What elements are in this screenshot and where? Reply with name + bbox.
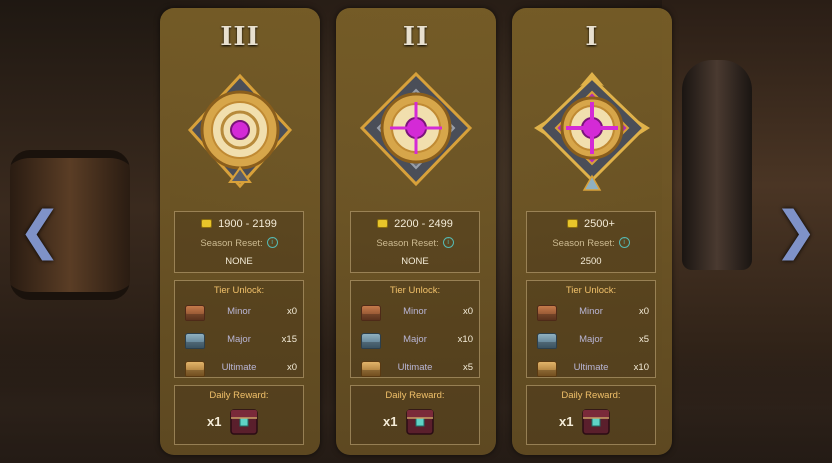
info-icon[interactable]: i [618, 237, 630, 248]
rating-range: 1900 - 2199 [218, 218, 277, 230]
daily-chest-icon [230, 409, 258, 435]
unlock-row-ultimate: Ultimate x5 [351, 359, 479, 379]
daily-reward-quantity: x1 [383, 414, 398, 429]
chest-name: Ultimate [397, 362, 433, 373]
season-reset-label: Season Reset: [552, 238, 615, 250]
chest-name: Ultimate [221, 362, 257, 373]
statue-decoration [682, 60, 752, 270]
daily-reward-panel: Daily Reward: x1 [174, 385, 304, 445]
chest-name: Major [579, 334, 603, 345]
unlock-row-major: Major x10 [351, 331, 479, 351]
chest-count: x0 [462, 306, 473, 317]
unlock-row-ultimate: Ultimate x0 [175, 359, 303, 379]
tier-card-iii: III 1900 - 2199 Season Reset: i NONE Tier… [160, 8, 320, 455]
rating-coin-icon [201, 218, 213, 228]
season-reset-value: NONE [225, 256, 253, 267]
prev-arrow-button[interactable]: ❮ [18, 205, 62, 257]
chest-count: x15 [281, 334, 297, 345]
unlock-row-ultimate: Ultimate x10 [527, 359, 655, 379]
rank-emblem-icon [534, 72, 650, 191]
tier-unlock-title: Tier Unlock: [389, 285, 441, 296]
chest-count: x0 [286, 306, 297, 317]
daily-reward-quantity: x1 [559, 414, 574, 429]
info-icon[interactable]: i [266, 237, 278, 248]
season-reset-label: Season Reset: [200, 238, 263, 250]
rating-range: 2200 - 2499 [394, 218, 453, 230]
chest-count: x5 [638, 334, 649, 345]
season-reset-label: Season Reset: [376, 238, 439, 250]
tier-unlock-panel: Tier Unlock: Minor x0 Major x10 Ultimate… [350, 280, 480, 378]
tier-card-i: I 2500+ Season Reset: i 2500 Tier Unlock:… [512, 8, 672, 455]
next-arrow-button[interactable]: ❯ [774, 205, 818, 257]
unlock-row-major: Major x15 [175, 331, 303, 351]
chest-count: x5 [462, 362, 473, 373]
tier-card-ii: II 2200 - 2499 Season Reset: i NONE Tier … [336, 8, 496, 455]
rating-panel: 2500+ Season Reset: i 2500 [526, 211, 656, 273]
tier-unlock-title: Tier Unlock: [565, 285, 617, 296]
season-reset-value: NONE [401, 256, 429, 267]
daily-reward-title: Daily Reward: [209, 390, 269, 401]
daily-chest-icon [406, 409, 434, 435]
chest-count: x10 [633, 362, 649, 373]
tier-unlock-title: Tier Unlock: [213, 285, 265, 296]
rating-panel: 2200 - 2499 Season Reset: i NONE [350, 211, 480, 273]
rank-emblem-icon [187, 73, 293, 189]
daily-reward-quantity: x1 [207, 414, 222, 429]
rating-range: 2500+ [584, 218, 615, 230]
daily-chest-icon [582, 409, 610, 435]
tier-numeral: III [220, 22, 260, 52]
info-icon[interactable]: i [442, 237, 454, 248]
tier-numeral: I [585, 22, 599, 52]
unlock-row-minor: Minor x0 [527, 303, 655, 323]
rating-coin-icon [567, 218, 579, 228]
chest-count: x0 [638, 306, 649, 317]
tier-numeral: II [402, 22, 430, 52]
daily-reward-panel: Daily Reward: x1 [350, 385, 480, 445]
rating-panel: 1900 - 2199 Season Reset: i NONE [174, 211, 304, 273]
chest-name: Minor [579, 306, 603, 317]
unlock-row-major: Major x5 [527, 331, 655, 351]
daily-reward-title: Daily Reward: [561, 390, 621, 401]
tier-unlock-panel: Tier Unlock: Minor x0 Major x15 Ultimate… [174, 280, 304, 378]
chevron-right-icon: ❯ [774, 202, 818, 260]
daily-reward-title: Daily Reward: [385, 390, 445, 401]
unlock-row-minor: Minor x0 [175, 303, 303, 323]
chest-count: x0 [286, 362, 297, 373]
daily-reward-panel: Daily Reward: x1 [526, 385, 656, 445]
chevron-left-icon: ❮ [18, 202, 62, 260]
chest-name: Minor [403, 306, 427, 317]
chest-count: x10 [457, 334, 473, 345]
rating-coin-icon [377, 218, 389, 228]
tier-unlock-panel: Tier Unlock: Minor x0 Major x5 Ultimate … [526, 280, 656, 378]
unlock-row-minor: Minor x0 [351, 303, 479, 323]
chest-name: Minor [227, 306, 251, 317]
season-reset-value: 2500 [580, 256, 602, 267]
rank-emblem-icon [359, 72, 473, 187]
